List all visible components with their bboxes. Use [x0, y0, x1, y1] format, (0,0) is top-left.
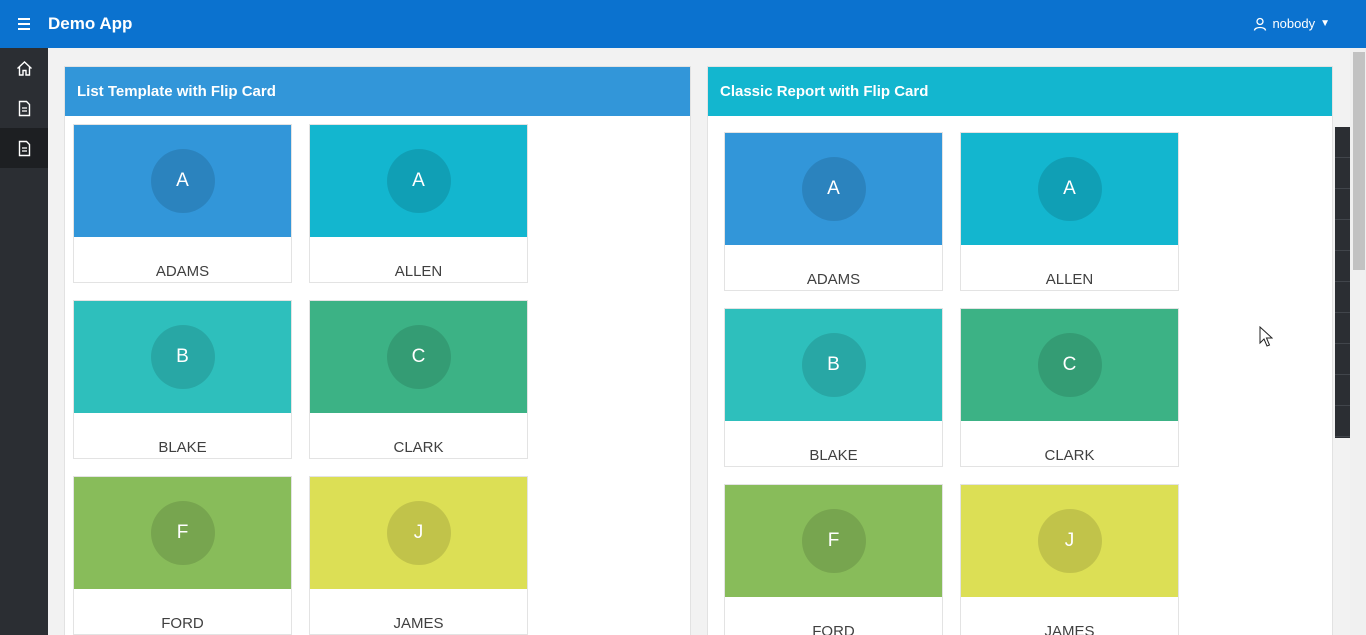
menu-icon[interactable] [14, 15, 34, 33]
card-name: FORD [161, 615, 204, 632]
card-color-panel: F [74, 477, 291, 589]
card-initial-badge: A [386, 149, 451, 213]
card-color-panel: A [725, 133, 942, 245]
card-color-panel: A [74, 125, 291, 237]
card-initial-badge: A [150, 149, 215, 213]
top-bar: Demo App nobody ▼ [0, 0, 1366, 48]
user-name: nobody [1272, 16, 1316, 31]
flip-card-ford[interactable]: F FORD [73, 476, 292, 635]
flip-card-blake[interactable]: B BLAKE [73, 300, 292, 459]
card-initial-badge: J [1037, 509, 1102, 573]
flip-card-allen[interactable]: A ALLEN [960, 132, 1179, 291]
card-name: ADAMS [806, 271, 861, 288]
card-name: CLARK [393, 439, 444, 456]
app-title[interactable]: Demo App [48, 14, 132, 34]
card-name: JAMES [393, 615, 444, 632]
card-color-panel: A [961, 133, 1178, 245]
card-initial-badge: C [386, 325, 451, 389]
card-name: FORD [812, 623, 855, 635]
region-title: List Template with Flip Card [65, 67, 690, 116]
card-color-panel: B [725, 309, 942, 421]
card-initial-badge: A [1037, 157, 1102, 221]
card-initial-badge: A [801, 157, 866, 221]
sidebar-item-home[interactable] [0, 48, 48, 88]
home-icon [16, 60, 32, 76]
card-initial-badge: J [386, 501, 451, 565]
document-icon [18, 100, 30, 116]
card-name: ADAMS [155, 263, 210, 280]
flip-card-clark[interactable]: C CLARK [309, 300, 528, 459]
mouse-cursor-icon [1259, 326, 1273, 347]
side-rail[interactable] [1335, 127, 1350, 438]
user-menu[interactable]: nobody ▼ [1253, 16, 1330, 31]
card-color-panel: J [961, 485, 1178, 597]
sidebar-item-page-2[interactable] [0, 128, 48, 168]
card-color-panel: B [74, 301, 291, 413]
card-initial-badge: B [801, 333, 866, 397]
flip-card-ford[interactable]: F FORD [724, 484, 943, 635]
flip-card-allen[interactable]: A ALLEN [309, 124, 528, 283]
sidebar-item-page-1[interactable] [0, 88, 48, 128]
card-name: JAMES [1044, 623, 1095, 635]
flip-card-blake[interactable]: B BLAKE [724, 308, 943, 467]
region-title: Classic Report with Flip Card [708, 67, 1332, 116]
scrollbar-thumb[interactable] [1353, 52, 1365, 270]
card-name: BLAKE [158, 439, 207, 456]
card-initial-badge: F [801, 509, 866, 573]
user-icon [1254, 17, 1267, 31]
card-initial-badge: B [150, 325, 215, 389]
card-initial-badge: C [1037, 333, 1102, 397]
caret-down-icon: ▼ [1320, 18, 1330, 29]
card-color-panel: J [310, 477, 527, 589]
card-name: ALLEN [394, 263, 443, 280]
flip-card-clark[interactable]: C CLARK [960, 308, 1179, 467]
flip-card-adams[interactable]: A ADAMS [724, 132, 943, 291]
card-color-panel: A [310, 125, 527, 237]
card-color-panel: C [310, 301, 527, 413]
card-name: ALLEN [1045, 271, 1094, 288]
card-color-panel: C [961, 309, 1178, 421]
document-icon [18, 140, 30, 156]
card-name: CLARK [1044, 447, 1095, 464]
page-scrollbar[interactable] [1350, 48, 1366, 635]
card-initial-badge: F [150, 501, 215, 565]
card-color-panel: F [725, 485, 942, 597]
card-name: BLAKE [809, 447, 858, 464]
flip-card-james[interactable]: J JAMES [960, 484, 1179, 635]
flip-card-james[interactable]: J JAMES [309, 476, 528, 635]
flip-card-adams[interactable]: A ADAMS [73, 124, 292, 283]
sidebar [0, 48, 48, 635]
